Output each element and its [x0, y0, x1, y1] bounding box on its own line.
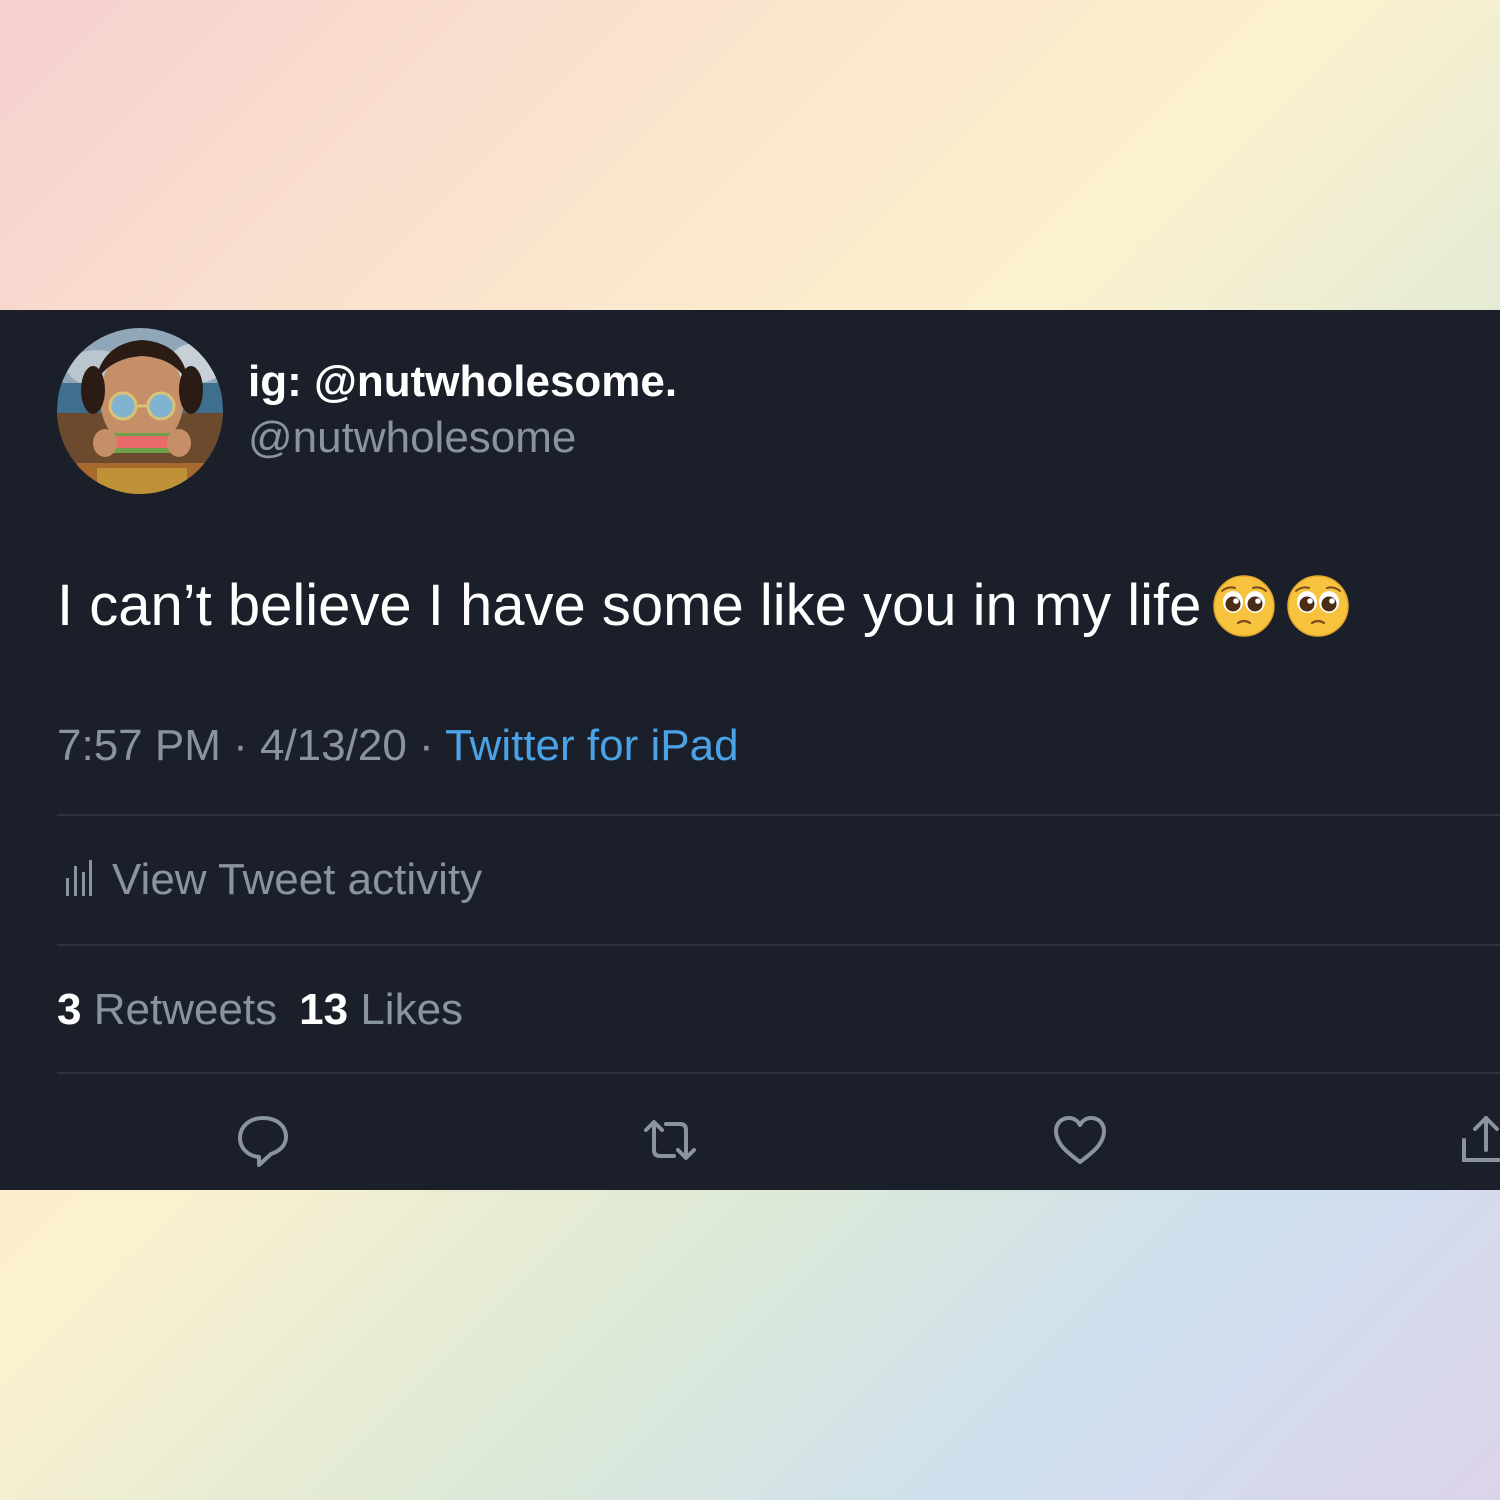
retweet-button[interactable] — [640, 1110, 700, 1170]
view-tweet-activity-button[interactable]: View Tweet activity — [64, 854, 482, 906]
retweets-stat[interactable]: 3 Retweets — [57, 985, 277, 1034]
tweet-stats: 3 Retweets 13 Likes — [57, 984, 463, 1036]
retweets-count: 3 — [57, 985, 82, 1034]
retweet-icon — [644, 1120, 696, 1160]
tweet-card: ig: @nutwholesome. @nutwholesome I can’t… — [0, 310, 1500, 1190]
bar-chart-icon — [64, 858, 92, 903]
divider — [57, 1072, 1500, 1074]
comment-icon — [238, 1116, 288, 1167]
tweet-text: I can’t believe I have some like you in … — [57, 572, 1350, 640]
tweet-text-content: I can’t believe I have some like you in … — [57, 573, 1202, 638]
tweet-meta: 7:57 PM · 4/13/20 · Twitter for iPad — [57, 720, 739, 772]
meta-separator: · — [220, 721, 260, 770]
retweets-label: Retweets — [93, 985, 278, 1034]
like-button[interactable] — [1050, 1110, 1110, 1170]
heart-icon — [1054, 1116, 1106, 1164]
view-tweet-activity-label: View Tweet activity — [112, 855, 483, 904]
share-icon — [1462, 1116, 1500, 1162]
likes-count: 13 — [299, 985, 349, 1034]
likes-stat[interactable]: 13 Likes — [299, 985, 463, 1034]
meta-separator: · — [406, 721, 446, 770]
divider — [57, 814, 1500, 816]
tweet-date: 4/13/20 — [259, 721, 407, 770]
tweet-time: 7:57 PM — [57, 721, 221, 770]
avatar[interactable] — [57, 328, 223, 494]
reply-button[interactable] — [233, 1110, 293, 1170]
share-button[interactable] — [1458, 1110, 1500, 1170]
user-handle[interactable]: @nutwholesome — [248, 412, 576, 464]
divider — [57, 944, 1500, 946]
display-name[interactable]: ig: @nutwholesome. — [248, 356, 677, 408]
pleading-face-emoji — [1213, 575, 1276, 637]
tweet-source-link[interactable]: Twitter for iPad — [445, 721, 738, 770]
pleading-face-emoji — [1287, 575, 1350, 637]
likes-label: Likes — [360, 985, 464, 1034]
avatar-image — [57, 328, 223, 494]
